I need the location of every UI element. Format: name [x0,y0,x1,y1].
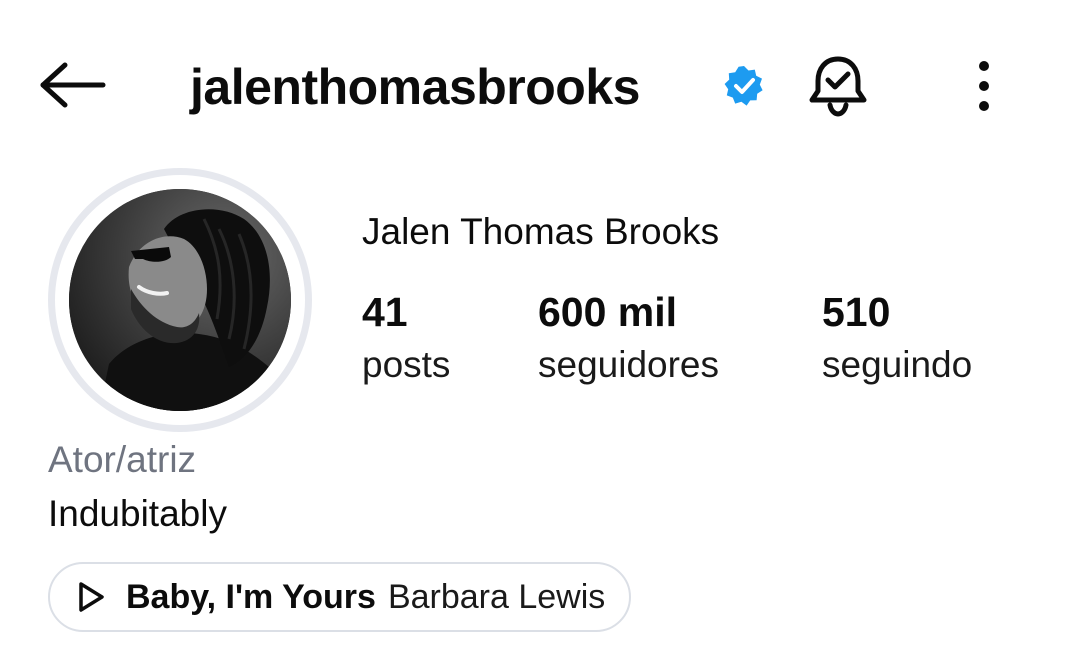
song-artist: Barbara Lewis [387,577,606,616]
notifications-button[interactable] [800,50,876,122]
posts-stat[interactable]: 41 posts [362,286,450,392]
back-button[interactable] [34,55,110,115]
more-options-button[interactable] [958,54,1010,118]
followers-count: 600 mil [538,289,678,335]
followers-label: seguidores [538,344,720,385]
following-stat[interactable]: 510 seguindo [822,286,972,392]
followers-stat[interactable]: 600 mil seguidores [538,286,719,392]
profile-category: Ator/atriz [48,439,197,480]
more-vertical-icon [979,61,989,111]
profile-username: jalenthomasbrooks [190,59,640,115]
profile-header: jalenthomasbrooks [0,0,1080,170]
arrow-left-icon [40,62,106,108]
following-label: seguindo [822,344,973,385]
avatar [69,189,291,411]
avatar-story-ring[interactable] [48,168,312,432]
following-count: 510 [822,289,891,335]
profile-music-button[interactable]: Baby, I'm Yours Barbara Lewis [48,562,632,632]
bell-check-icon [809,56,867,117]
song-title: Baby, I'm Yours [126,577,376,616]
profile-display-name: Jalen Thomas Brooks [362,211,720,252]
avatar-gap [55,175,305,425]
profile-bio: Indubitably [48,493,227,534]
play-icon [74,580,108,614]
posts-count: 41 [362,289,408,335]
posts-label: posts [362,344,451,385]
verified-badge-icon [722,64,766,108]
